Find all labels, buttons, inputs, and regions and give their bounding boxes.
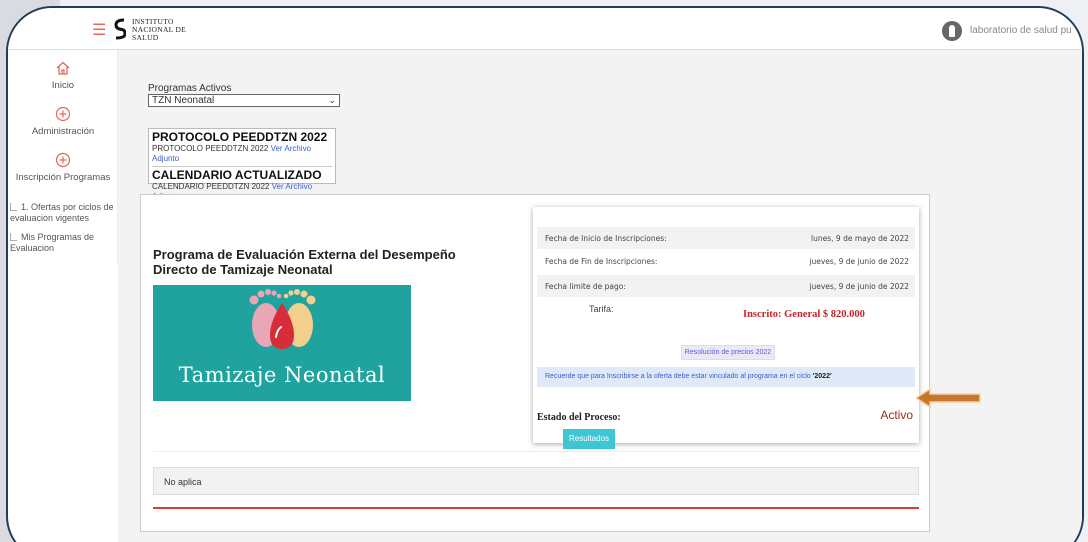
- sidebar-subitem-mis-programas[interactable]: Mis Programas de Evaluacion: [10, 232, 116, 254]
- plus-circle-icon: [55, 106, 71, 122]
- info-panel: Fecha de Inicio de Inscripciones: lunes,…: [533, 207, 919, 449]
- app-window: ☰ Instituto Nacional de Salud laboratori…: [6, 6, 1084, 542]
- protocol-line: PROTOCOLO PEEDDTZN 2022 Ver Archivo Adju…: [152, 144, 312, 163]
- banner-text: Tamizaje Neonatal: [178, 363, 386, 387]
- user-name[interactable]: laboratorio de salud pu: [970, 25, 1072, 36]
- program-banner-image: Tamizaje Neonatal: [153, 285, 411, 401]
- sidebar-item-inicio[interactable]: Inicio: [8, 60, 118, 91]
- notice-year: '2022': [812, 373, 832, 380]
- info-row: Fecha limite de pago: jueves, 9 de junio…: [537, 275, 915, 297]
- protocol-box: PROTOCOLO PEEDDTZN 2022 PROTOCOLO PEEDDT…: [148, 128, 336, 201]
- tarifa-label: Tarifa:: [589, 304, 614, 314]
- program-title: Programa de Evaluación Externa del Desem…: [153, 247, 456, 277]
- price-resolution-button[interactable]: Resolución de precios 2022: [681, 345, 775, 360]
- menu-icon[interactable]: ☰: [92, 20, 106, 40]
- chart-icon: [10, 233, 17, 241]
- programs-select[interactable]: TZN Neonatal ⌄: [148, 94, 340, 107]
- divider: [152, 166, 332, 167]
- red-divider: [153, 507, 919, 509]
- main-content: Programas Activos TZN Neonatal ⌄ PROTOCO…: [118, 50, 1082, 542]
- sidebar-item-label: Inscripción Programas: [15, 172, 111, 183]
- chart-icon: [10, 203, 17, 211]
- programs-label: Programas Activos: [148, 83, 232, 94]
- logo-text: Instituto Nacional de Salud: [132, 17, 187, 42]
- home-icon: [56, 61, 70, 75]
- feet-drop-icon: [249, 289, 316, 349]
- sidebar: Inicio Administración Inscripción Progra…: [8, 50, 118, 264]
- sidebar-item-label: Inicio: [51, 80, 75, 91]
- no-aplica-panel: No aplica: [153, 467, 919, 495]
- ins-logo-icon: [114, 18, 126, 40]
- status-badge: Activo: [880, 408, 913, 422]
- program-card: Programa de Evaluación Externa del Desem…: [140, 194, 930, 532]
- top-bar: ☰ Instituto Nacional de Salud laboratori…: [8, 8, 1082, 50]
- divider: [153, 451, 919, 452]
- results-button[interactable]: Resultados: [563, 429, 615, 449]
- tarifa-value: Inscrito: General $ 820.000: [743, 309, 865, 320]
- info-row: Fecha de Inicio de Inscripciones: lunes,…: [537, 227, 915, 249]
- status-label: Estado del Proceso:: [537, 412, 621, 423]
- enrollment-notice: Recuerde que para Inscribirse a la ofert…: [537, 367, 915, 387]
- calendar-title: CALENDARIO ACTUALIZADO: [152, 168, 322, 182]
- sidebar-item-inscripcion[interactable]: Inscripción Programas: [8, 152, 118, 183]
- plus-circle-icon: [55, 152, 71, 168]
- sidebar-item-administracion[interactable]: Administración: [8, 106, 118, 137]
- arrow-left-icon: [916, 388, 981, 408]
- user-avatar-icon[interactable]: [942, 21, 962, 41]
- programs-select-value: TZN Neonatal: [152, 95, 215, 106]
- sidebar-item-label: Administración: [31, 126, 95, 137]
- sidebar-subitem-ofertas[interactable]: 1. Ofertas por ciclos de evaluacion vige…: [10, 202, 116, 224]
- chevron-down-icon: ⌄: [328, 95, 336, 105]
- info-row: Fecha de Fin de Inscripciones: jueves, 9…: [545, 257, 909, 266]
- protocol-title: PROTOCOLO PEEDDTZN 2022: [152, 130, 328, 144]
